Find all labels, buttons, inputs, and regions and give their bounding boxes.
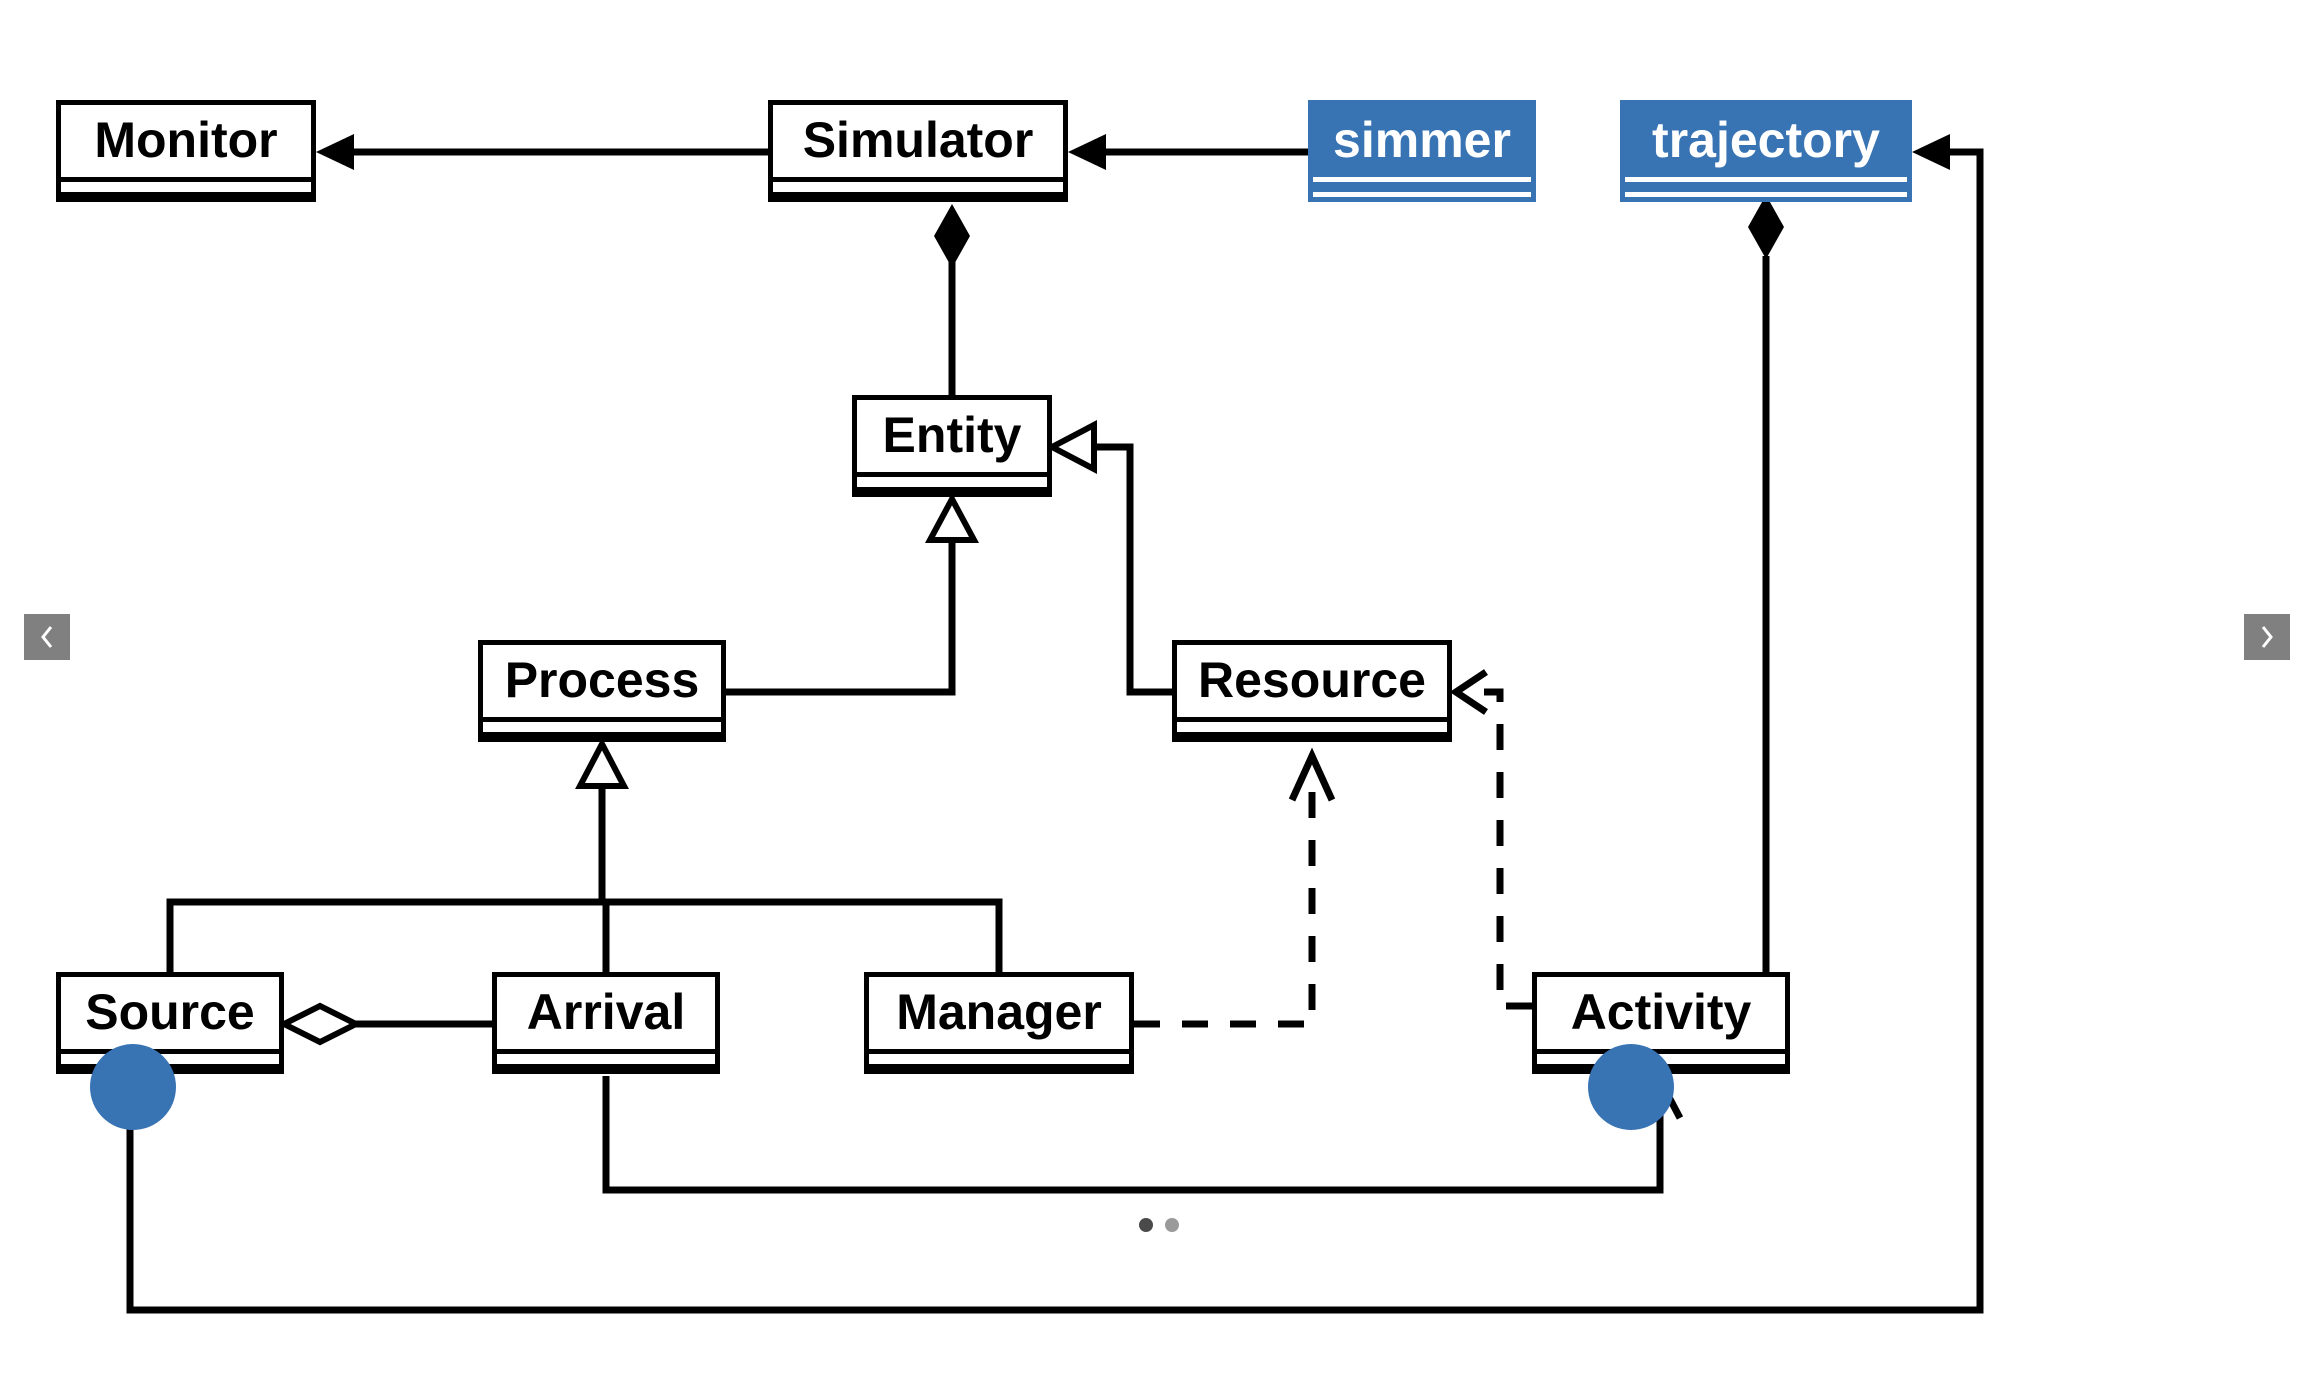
class-box-arrival: Arrival (492, 972, 720, 1074)
class-box-manager: Manager (864, 972, 1134, 1074)
pager-dot-1[interactable] (1139, 1218, 1153, 1232)
marker-source-dot (90, 1044, 176, 1130)
class-box-simmer: simmer (1308, 100, 1536, 202)
class-name-source: Source (61, 977, 279, 1047)
prev-button[interactable] (24, 614, 70, 660)
class-name-arrival: Arrival (497, 977, 715, 1047)
class-name-process: Process (483, 645, 721, 715)
next-button[interactable] (2244, 614, 2290, 660)
chevron-left-icon (40, 625, 54, 649)
marker-activity-dot (1588, 1044, 1674, 1130)
class-name-simulator: Simulator (773, 105, 1063, 175)
pager (1139, 1218, 1179, 1232)
class-box-process: Process (478, 640, 726, 742)
class-name-entity: Entity (857, 400, 1047, 470)
diagram-canvas: Monitor Simulator simmer trajectory Entity Pr… (0, 0, 2314, 1396)
class-name-manager: Manager (869, 977, 1129, 1047)
class-box-source: Source (56, 972, 284, 1074)
class-name-resource: Resource (1177, 645, 1447, 715)
class-box-monitor: Monitor (56, 100, 316, 202)
class-box-simulator: Simulator (768, 100, 1068, 202)
class-box-trajectory: trajectory (1620, 100, 1912, 202)
class-box-resource: Resource (1172, 640, 1452, 742)
pager-dot-2[interactable] (1165, 1218, 1179, 1232)
class-box-entity: Entity (852, 395, 1052, 497)
class-name-monitor: Monitor (61, 105, 311, 175)
class-name-activity: Activity (1537, 977, 1785, 1047)
chevron-right-icon (2260, 625, 2274, 649)
class-name-simmer: simmer (1313, 105, 1531, 175)
class-name-trajectory: trajectory (1625, 105, 1907, 175)
connectors-final (0, 0, 2314, 1396)
